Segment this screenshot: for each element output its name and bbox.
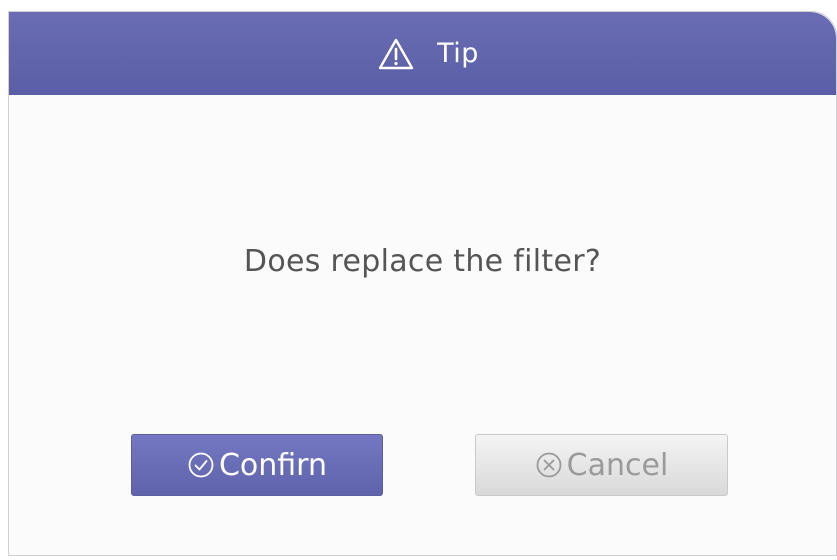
check-circle-icon	[187, 451, 215, 479]
confirm-button[interactable]: Confirn	[131, 434, 383, 496]
confirm-button-label: Confirn	[218, 447, 328, 483]
screen: Tip Does replace the filter? Confirn Can…	[0, 0, 837, 560]
x-circle-icon	[535, 451, 563, 479]
warning-triangle-icon	[378, 38, 414, 70]
dialog-message: Does replace the filter?	[243, 244, 602, 279]
cancel-button[interactable]: Cancel	[475, 434, 728, 496]
dialog-title: Tip	[437, 38, 479, 69]
tip-dialog: Tip Does replace the filter? Confirn Can…	[8, 11, 837, 556]
dialog-title-group: Tip	[378, 38, 479, 70]
dialog-titlebar: Tip	[9, 12, 836, 95]
cancel-button-label: Cancel	[566, 447, 669, 483]
